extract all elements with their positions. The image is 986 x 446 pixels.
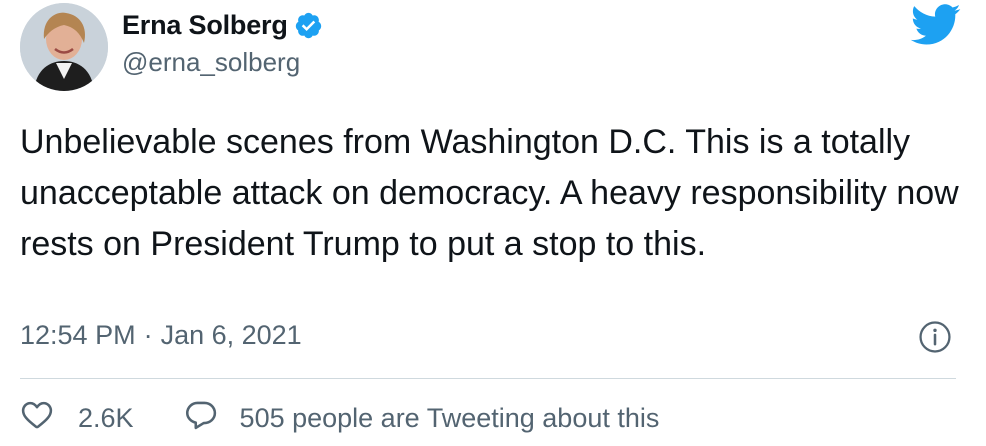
like-button[interactable]: 2.6K <box>20 398 134 439</box>
reply-bubble-icon <box>184 398 218 439</box>
meta-separator: · <box>143 320 153 350</box>
action-bar: 2.6K 505 people are Tweeting about this <box>20 398 659 439</box>
tweet-text: Unbelievable scenes from Washington D.C.… <box>20 123 959 263</box>
author-row: Erna Solberg <box>122 10 323 41</box>
tweet-time[interactable]: 12:54 PM <box>20 320 136 351</box>
author-name[interactable]: Erna Solberg <box>122 10 288 41</box>
avatar[interactable] <box>20 3 108 91</box>
author-handle[interactable]: @erna_solberg <box>122 47 300 78</box>
twitter-bird-icon[interactable] <box>910 4 962 46</box>
heart-icon <box>20 398 54 439</box>
divider <box>20 378 956 379</box>
conversation-link[interactable]: 505 people are Tweeting about this <box>184 398 660 439</box>
info-icon[interactable] <box>918 320 952 354</box>
tweet-timestamp[interactable]: 12:54 PM · Jan 6, 2021 <box>20 320 302 351</box>
conversation-text: 505 people are Tweeting about this <box>239 403 660 433</box>
tweet-date[interactable]: Jan 6, 2021 <box>161 320 302 351</box>
verified-badge-icon <box>294 11 323 40</box>
like-count: 2.6K <box>78 403 134 433</box>
